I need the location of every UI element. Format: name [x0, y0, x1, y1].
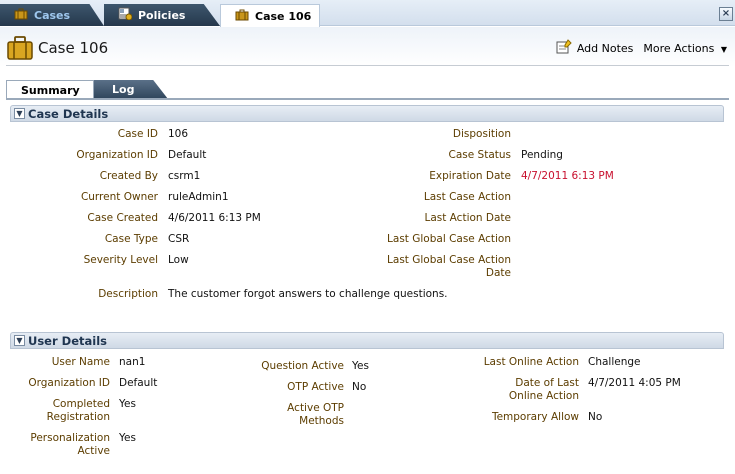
label-completed-registration-line1: Completed: [52, 398, 110, 410]
label-user-organization-id: Organization ID: [28, 377, 110, 389]
user-details-header[interactable]: ▼ User Details: [10, 332, 724, 349]
label-active-otp-methods-line1: Active OTP: [287, 402, 344, 414]
subtab-divider: [6, 98, 729, 100]
chevron-down-icon[interactable]: ▼: [14, 335, 25, 346]
label-completed-registration-line2: Registration: [46, 411, 110, 423]
label-case-type: Case Type: [104, 233, 158, 245]
value-severity-level: Low: [168, 254, 189, 266]
user-details-title: User Details: [28, 333, 107, 348]
header-divider: [6, 65, 729, 66]
value-expiration-date: 4/7/2011 6:13 PM: [521, 170, 614, 182]
value-organization-id: Default: [168, 149, 207, 161]
header-actions: Add Notes More Actions ▼: [556, 39, 727, 57]
label-last-online-action: Last Online Action: [483, 356, 579, 368]
label-otp-active: OTP Active: [287, 381, 344, 393]
label-last-global-case-action-date-line1: Last Global Case Action: [387, 254, 511, 266]
label-case-status: Case Status: [448, 149, 512, 161]
label-temporary-allow: Temporary Allow: [491, 411, 579, 423]
tab-log-label: Log: [112, 83, 135, 96]
tab-label: Cases: [34, 8, 71, 22]
chevron-down-icon: ▼: [720, 44, 727, 54]
case-details-header[interactable]: ▼ Case Details: [10, 105, 724, 122]
value-personalization-active: Yes: [119, 432, 136, 444]
label-last-global-case-action-date-line2: Date: [485, 267, 511, 279]
label-personalization-active-line1: Personalization: [30, 432, 110, 444]
chevron-down-icon[interactable]: ▼: [14, 108, 25, 119]
more-actions-menu[interactable]: More Actions ▼: [643, 42, 727, 55]
value-date-of-last-online-action: 4/7/2011 4:05 PM: [588, 377, 681, 389]
label-date-of-last-online-action-line1: Date of Last: [515, 377, 579, 389]
page-header: Case 106 Add Notes More Actions ▼: [0, 27, 735, 67]
label-current-owner: Current Owner: [80, 191, 158, 203]
value-current-owner: ruleAdmin1: [168, 191, 229, 203]
case-briefcase-icon: [6, 35, 34, 64]
label-date-of-last-online-action-line2: Online Action: [508, 390, 579, 402]
add-notes-icon: [556, 39, 572, 57]
briefcase-icon: [235, 9, 249, 24]
value-description: The customer forgot answers to challenge…: [168, 288, 448, 300]
label-last-action-date: Last Action Date: [424, 212, 511, 224]
more-actions-label: More Actions: [643, 41, 715, 55]
tab-cases[interactable]: Cases: [0, 4, 104, 26]
value-case-created: 4/6/2011 6:13 PM: [168, 212, 261, 224]
value-user-organization-id: Default: [119, 377, 158, 389]
add-notes-label: Add Notes: [576, 41, 634, 55]
label-disposition: Disposition: [452, 128, 511, 140]
policy-icon: [118, 7, 133, 23]
label-created-by: Created By: [99, 170, 158, 182]
label-case-id: Case ID: [117, 128, 158, 140]
label-description: Description: [98, 288, 158, 300]
briefcase-icon: [14, 8, 28, 23]
value-case-type: CSR: [168, 233, 190, 245]
tab-case-106[interactable]: Case 106: [220, 4, 320, 27]
tab-policies[interactable]: Policies: [104, 4, 220, 26]
tab-label: Case 106: [255, 9, 312, 23]
value-user-name: nan1: [119, 356, 146, 368]
label-severity-level: Severity Level: [83, 254, 158, 266]
add-notes-button[interactable]: Add Notes: [556, 39, 634, 57]
top-tab-bar: Cases Policies Case 106 ×: [0, 0, 735, 27]
label-question-active: Question Active: [261, 360, 344, 372]
close-tab-icon[interactable]: ×: [719, 7, 733, 21]
page-title: Case 106: [38, 39, 109, 57]
label-active-otp-methods-line2: Methods: [299, 415, 344, 427]
value-created-by: csrm1: [168, 170, 201, 182]
value-case-id: 106: [168, 128, 189, 140]
label-expiration-date: Expiration Date: [429, 170, 511, 182]
value-question-active: Yes: [352, 360, 369, 372]
tab-summary[interactable]: Summary: [6, 80, 94, 99]
label-last-global-case-action: Last Global Case Action: [387, 233, 511, 245]
tab-label: Policies: [138, 8, 186, 22]
value-case-status: Pending: [521, 149, 563, 161]
value-temporary-allow: No: [588, 411, 603, 423]
label-case-created: Case Created: [87, 212, 158, 224]
case-details-title: Case Details: [28, 106, 109, 121]
label-organization-id: Organization ID: [76, 149, 158, 161]
tab-log[interactable]: Log: [94, 80, 168, 99]
value-last-online-action: Challenge: [588, 356, 641, 368]
tab-summary-label: Summary: [21, 83, 80, 97]
label-last-case-action: Last Case Action: [423, 191, 511, 203]
label-user-name: User Name: [51, 356, 110, 368]
value-completed-registration: Yes: [119, 398, 136, 410]
value-otp-active: No: [352, 381, 367, 393]
label-personalization-active-line2: Active: [77, 445, 110, 457]
